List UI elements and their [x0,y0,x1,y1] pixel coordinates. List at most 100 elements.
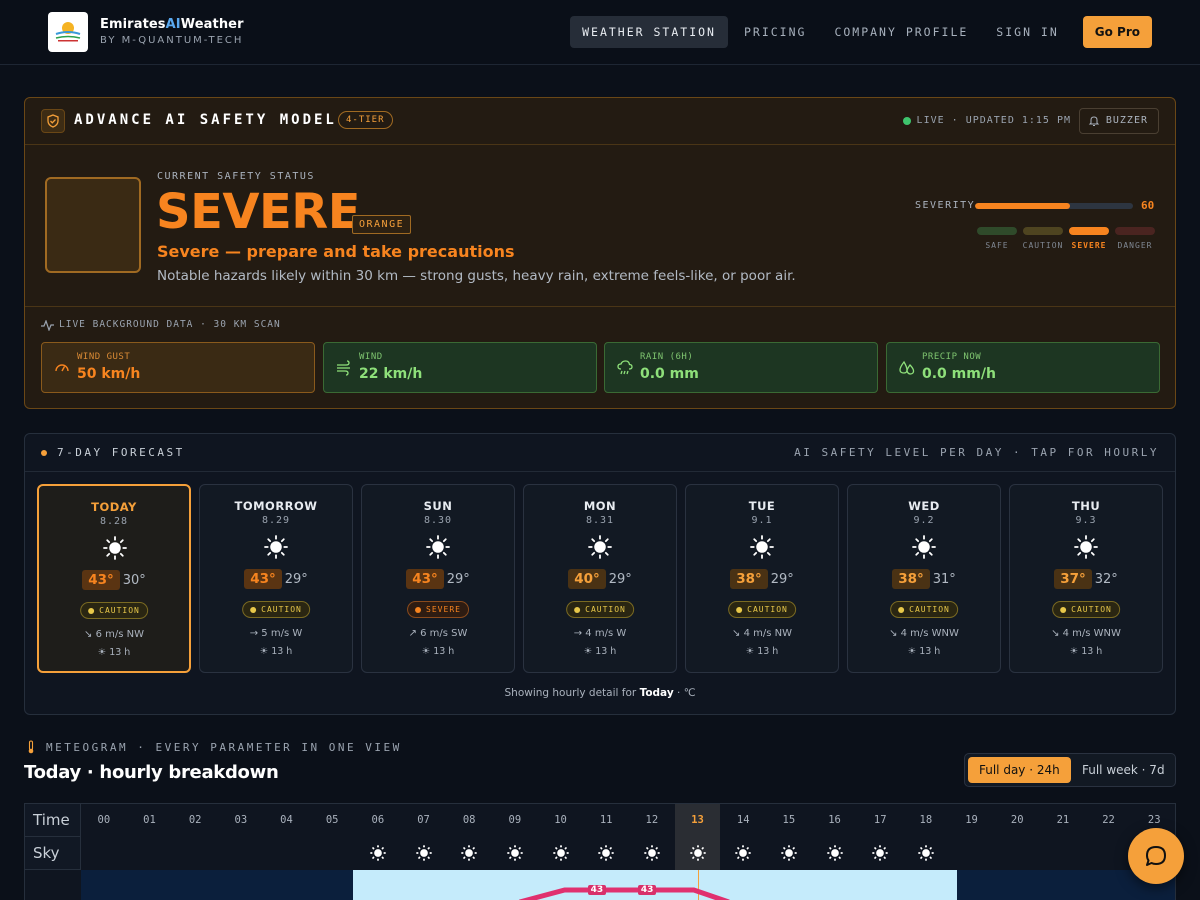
day-wind: → 5 m/s W [249,628,303,639]
forecast-day-card[interactable]: TUE 9.1 38° 29° CAUTION ↘ 4 m/s NW ☀ 13 h [685,484,839,673]
hour-label[interactable]: 04 [264,804,310,837]
hour-label[interactable]: 13 [674,804,721,837]
day-name: TOMORROW [234,499,318,513]
sky-cell [766,837,812,870]
hour-label[interactable]: 21 [1040,804,1086,837]
wind-card: WIND 22 km/h [323,342,597,393]
sun-icon [872,845,889,865]
day-date: 8.29 [261,515,291,526]
status-description: Notable hazards likely within 30 km — st… [157,268,796,284]
safety-panel-title: ADVANCE AI SAFETY MODEL [74,112,337,128]
day-sunshine-hours: ☀ 13 h [745,646,779,657]
gauge-icon [55,364,69,372]
hour-label[interactable]: 05 [309,804,355,837]
sky-cell [309,837,355,870]
hour-label[interactable]: 18 [903,804,949,837]
day-date: 9.2 [913,515,935,526]
thermometer-icon [28,740,34,754]
seven-day-forecast-panel: 7-DAY FORECAST AI SAFETY LEVEL PER DAY ·… [24,433,1176,715]
peak-temp-label: 43 [637,885,657,895]
day-temperatures: 38° 29° [686,569,838,589]
temp-high: 37° [1054,569,1092,589]
sky-cell [538,837,584,870]
hour-label[interactable]: 03 [218,804,264,837]
precip-card: PRECIP NOW 0.0 mm/h [886,342,1160,393]
sky-cell [127,837,173,870]
nav-company-profile[interactable]: COMPANY PROFILE [822,16,980,48]
hour-label[interactable]: 14 [720,804,766,837]
nav-pricing[interactable]: PRICING [732,16,818,48]
day-wind: ↘ 6 m/s NW [84,629,144,640]
hour-label[interactable]: 20 [994,804,1040,837]
hour-label[interactable]: 15 [766,804,812,837]
forecast-title: 7-DAY FORECAST [57,446,185,459]
hour-label[interactable]: 17 [857,804,903,837]
toggle-full-week[interactable]: Full week · 7d [1071,757,1176,783]
status-color-swatch [45,177,141,273]
sun-icon [689,845,706,865]
meteogram-title: Today · hourly breakdown [24,762,279,783]
day-date: 8.28 [99,516,129,527]
go-pro-button[interactable]: Go Pro [1082,16,1152,48]
status-color-tag: ORANGE [352,215,412,234]
buzzer-button[interactable]: BUZZER [1078,108,1159,134]
sky-cell [218,837,264,870]
wind-gust-value: 50 km/h [77,366,141,382]
hour-label[interactable]: 06 [355,804,401,837]
hour-label[interactable]: 10 [538,804,584,837]
hour-label[interactable]: 02 [172,804,218,837]
safety-level-badge: CAUTION [242,601,310,618]
hour-label[interactable]: 00 [81,804,127,837]
sky-cell [172,837,218,870]
nav-weather-station[interactable]: WEATHER STATION [570,16,728,48]
hour-label[interactable]: 01 [127,804,173,837]
forecast-day-card[interactable]: SUN 8.30 43° 29° SEVERE ↗ 6 m/s SW ☀ 13 h [361,484,515,673]
temp-high: 43° [406,569,444,589]
temp-low: 31° [932,572,956,587]
hour-label[interactable]: 22 [1086,804,1132,837]
hour-label[interactable]: 07 [401,804,447,837]
hour-label[interactable]: 16 [812,804,858,837]
cloud-rain-icon [617,360,633,375]
sky-cell [355,837,401,870]
temp-low: 32° [1094,572,1118,587]
day-name: TODAY [91,500,137,514]
sun-icon [912,535,936,563]
safety-level-badge: CAUTION [80,602,148,619]
temp-low: 29° [770,572,794,587]
buzzer-label: BUZZER [1105,115,1148,126]
sun-icon [103,536,127,564]
forecast-day-card[interactable]: TOMORROW 8.29 43° 29° CAUTION → 5 m/s W ☀… [199,484,353,673]
sun-icon [369,845,386,865]
brand-logo[interactable] [48,12,88,52]
temp-high: 40° [568,569,606,589]
hour-label[interactable]: 19 [949,804,995,837]
forecast-day-card[interactable]: MON 8.31 40° 29° CAUTION → 4 m/s W ☀ 13 h [523,484,677,673]
toggle-full-day[interactable]: Full day · 24h [968,757,1071,783]
sun-icon [780,845,797,865]
hour-label[interactable]: 08 [446,804,492,837]
sun-icon [917,845,934,865]
chat-button[interactable] [1128,828,1184,884]
day-date: 8.30 [423,515,453,526]
forecast-day-card[interactable]: THU 9.3 37° 32° CAUTION ↘ 4 m/s WNW ☀ 13 … [1009,484,1163,673]
day-name: SUN [423,499,453,513]
temp-low: 29° [608,572,632,587]
hour-label[interactable]: 11 [583,804,629,837]
activity-icon [41,320,54,331]
nav-sign-in[interactable]: SIGN IN [984,16,1070,48]
brand-block: EmiratesAIWeather BY M-QUANTUM-TECH [100,17,244,46]
hour-label[interactable]: 12 [629,804,675,837]
hour-label[interactable]: 09 [492,804,538,837]
forecast-day-card[interactable]: TODAY 8.28 43° 30° CAUTION ↘ 6 m/s NW ☀ 1… [37,484,191,673]
sun-icon [461,845,478,865]
day-date: 9.1 [751,515,773,526]
sky-cell [446,837,492,870]
sun-icon [643,845,660,865]
sun-icon [264,535,288,563]
safety-panel-header: ADVANCE AI SAFETY MODEL 4-TIER LIVE · UP… [25,98,1175,145]
forecast-day-card[interactable]: WED 9.2 38° 31° CAUTION ↘ 4 m/s WNW ☀ 13 … [847,484,1001,673]
precip-value: 0.0 mm/h [922,366,996,382]
sky-cell [264,837,310,870]
severity-value: 60 [1141,199,1155,212]
